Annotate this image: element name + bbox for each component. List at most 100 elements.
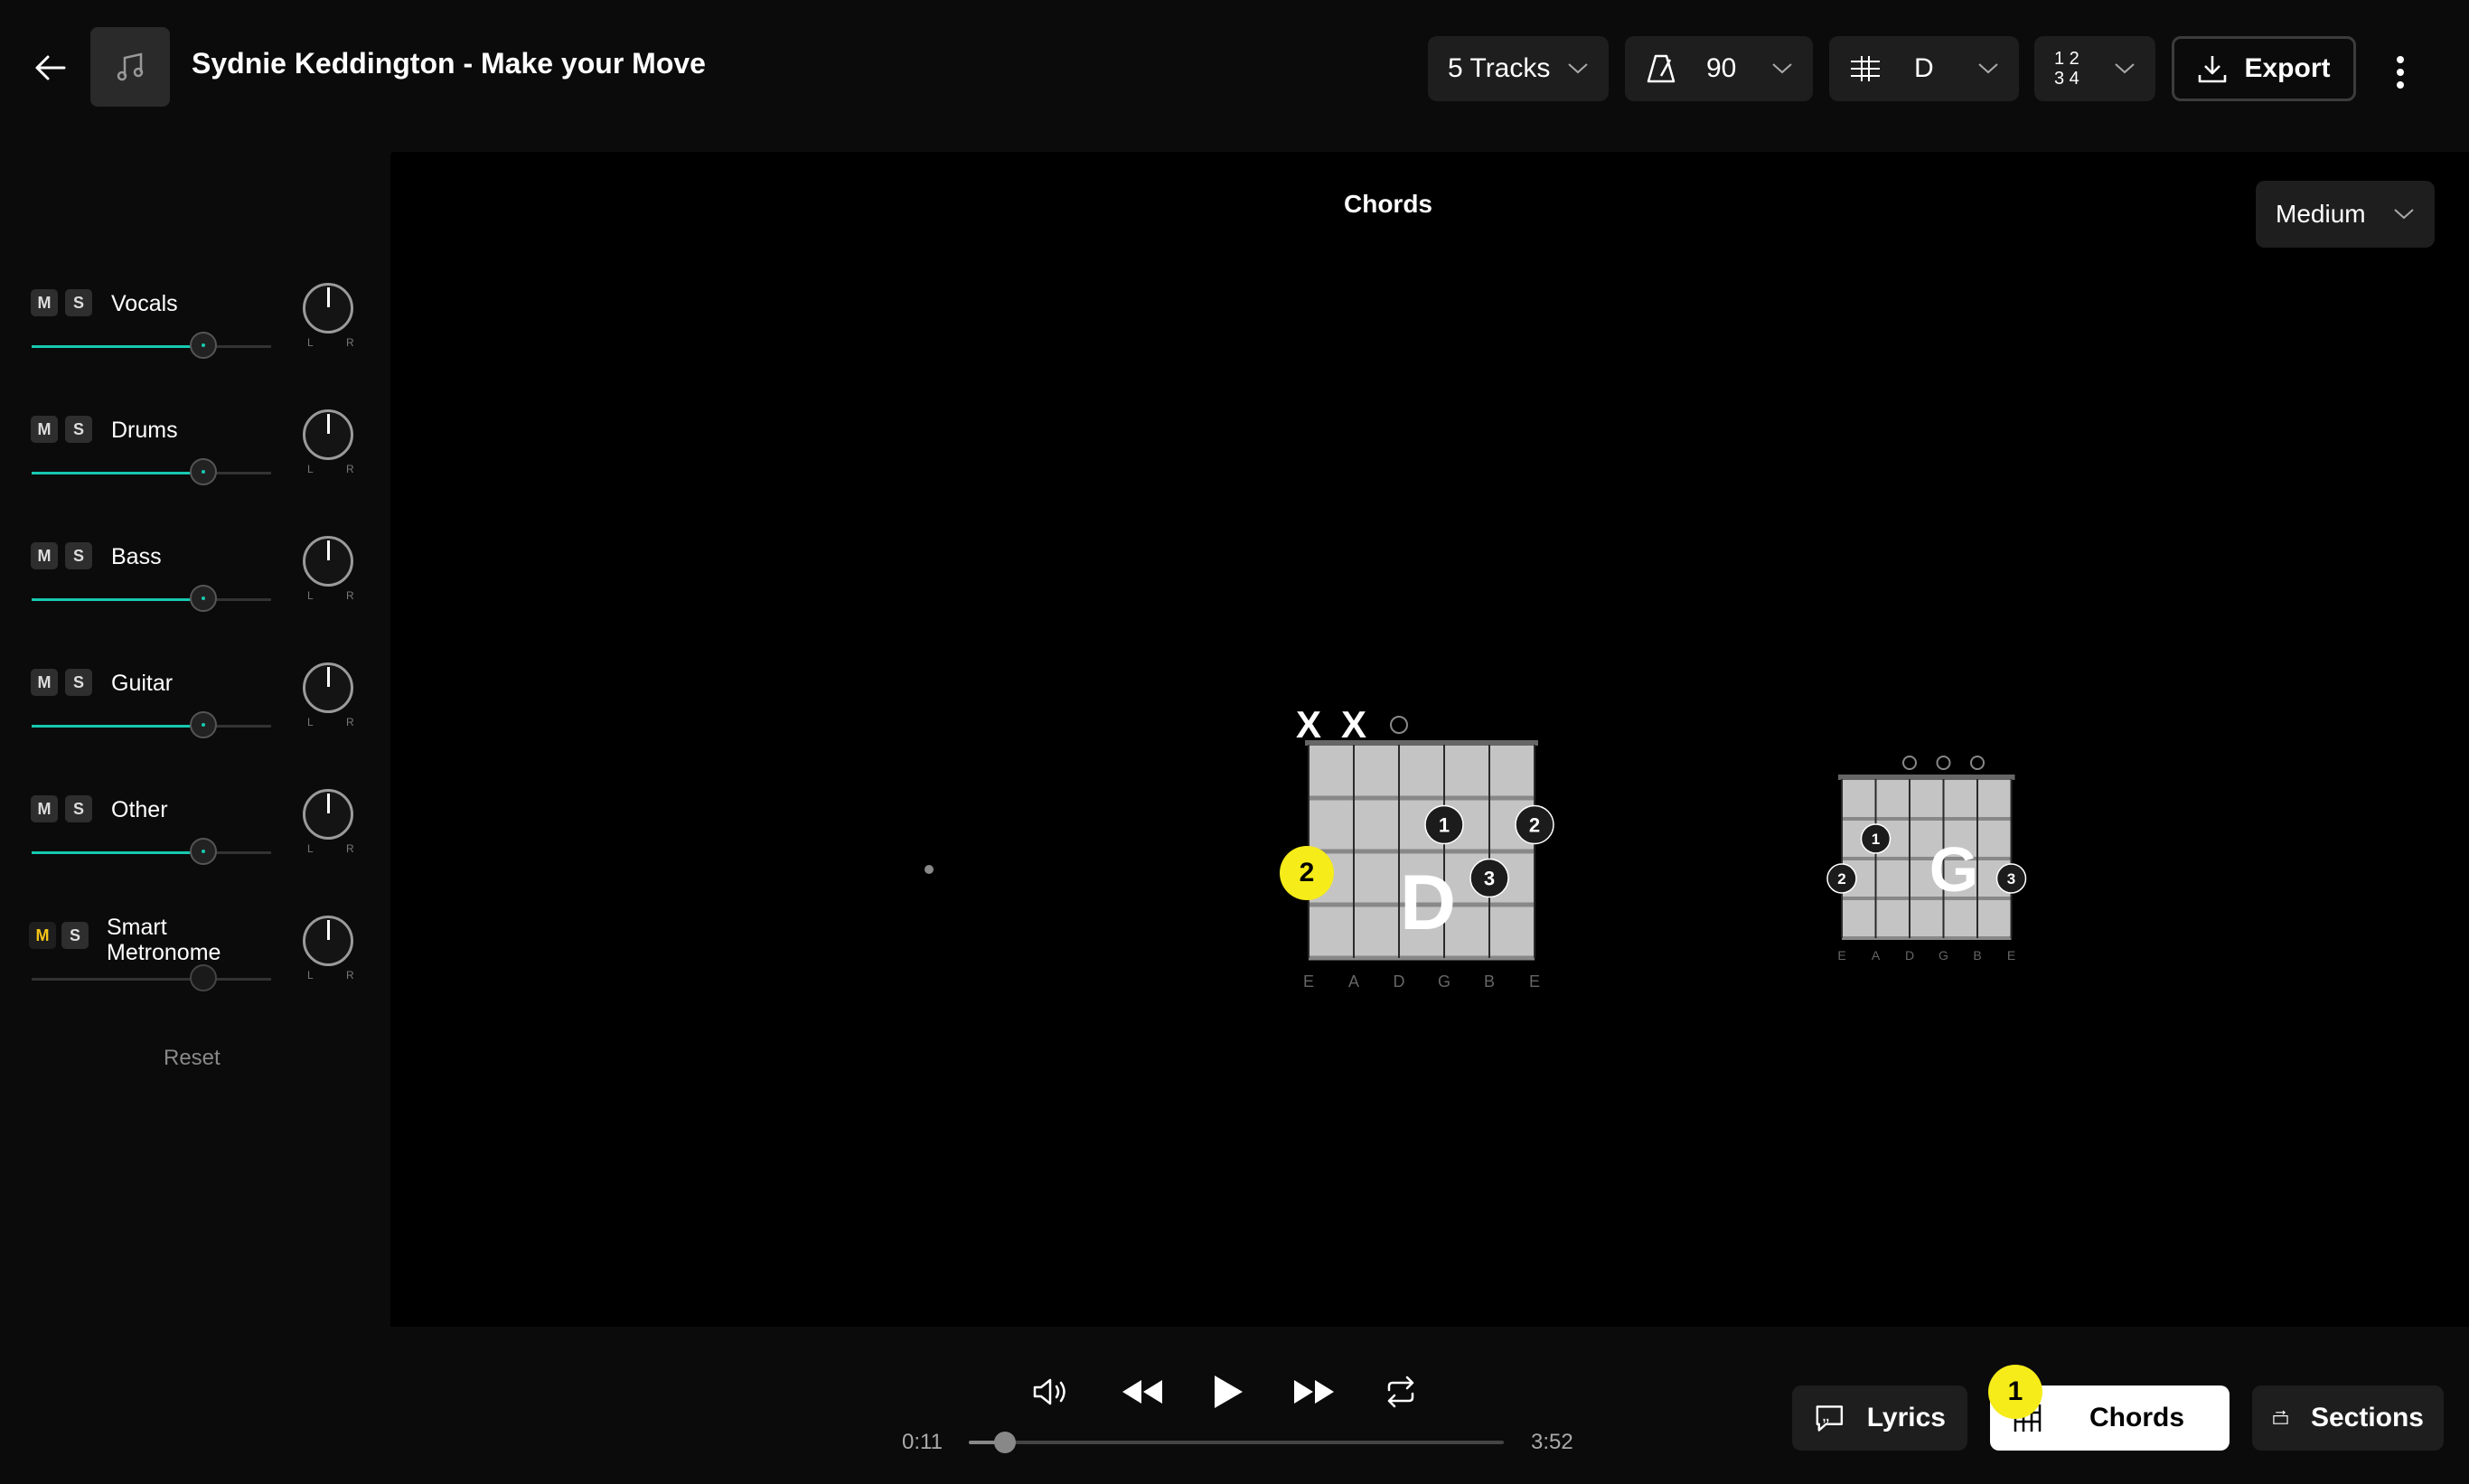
track-name: Bass xyxy=(111,544,162,569)
total-time: 3:52 xyxy=(1531,1430,1573,1454)
pan-knob[interactable] xyxy=(303,536,353,587)
pan-right-label: R xyxy=(346,842,354,855)
chevron-down-icon xyxy=(2394,209,2414,220)
mute-button[interactable]: M xyxy=(29,922,56,949)
nut xyxy=(1305,740,1538,746)
volume-slider-knob[interactable] xyxy=(190,838,217,865)
pan-left-label: L xyxy=(307,716,314,728)
pan-left-label: L xyxy=(307,969,314,982)
current-time: 0:11 xyxy=(902,1430,943,1454)
tracks-dropdown[interactable]: 5 Tracks xyxy=(1428,36,1609,101)
pan-knob[interactable] xyxy=(303,789,353,840)
reset-button[interactable]: Reset xyxy=(164,1046,221,1071)
chord-name: D xyxy=(1399,859,1457,946)
more-options-icon[interactable] xyxy=(2382,50,2418,95)
solo-button[interactable]: S xyxy=(65,416,92,443)
finger-number: 2 xyxy=(1837,870,1845,888)
pan-right-label: R xyxy=(346,716,354,728)
top-bar: Sydnie Keddington - Make your Move 5 Tra… xyxy=(0,0,2469,152)
volume-slider-knob[interactable] xyxy=(190,964,217,991)
key-dropdown[interactable]: D xyxy=(1829,36,2019,101)
chords-label: Chords xyxy=(2089,1403,2184,1432)
track-name: Drums xyxy=(111,418,178,443)
volume-slider[interactable] xyxy=(32,838,271,865)
step-badge-1: 1 xyxy=(1988,1365,2042,1419)
song-title: Sydnie Keddington - Make your Move xyxy=(192,47,706,80)
volume-slider[interactable] xyxy=(32,964,271,991)
time-signature-dropdown[interactable]: 1 2 3 4 xyxy=(2034,36,2155,101)
rewind-icon[interactable] xyxy=(1117,1367,1168,1417)
track-row-bass: M S Bass L R xyxy=(0,513,390,640)
open-string-marker xyxy=(1936,756,1951,770)
step-badge-2: 2 xyxy=(1280,846,1334,900)
volume-slider[interactable] xyxy=(32,332,271,359)
volume-slider[interactable] xyxy=(32,458,271,485)
solo-button[interactable]: S xyxy=(65,289,92,316)
track-name-line2: Metronome xyxy=(107,940,221,965)
export-button[interactable]: Export xyxy=(2172,36,2356,101)
song-artwork xyxy=(90,27,170,107)
track-row-other: M S Other L R xyxy=(0,766,390,893)
seek-bar-knob[interactable] xyxy=(994,1432,1016,1453)
string-label: E xyxy=(1837,948,1845,963)
position-marker xyxy=(925,865,934,874)
download-icon xyxy=(2199,56,2227,83)
tempo-dropdown[interactable]: 90 xyxy=(1625,36,1813,101)
tracks-label: 5 Tracks xyxy=(1448,53,1551,83)
track-row-smart-metronome: M S Smart Metronome L R xyxy=(0,893,390,1019)
time-signature-top: 1 2 xyxy=(2054,49,2079,69)
chords-panel: Chords Medium XX123EADGBE D 2 123EADGBE … xyxy=(390,152,2469,1327)
mute-button[interactable]: M xyxy=(31,416,58,443)
volume-slider-knob[interactable] xyxy=(190,711,217,738)
fast-forward-icon[interactable] xyxy=(1289,1367,1339,1417)
solo-button[interactable]: S xyxy=(65,542,92,569)
muted-string-marker: X xyxy=(1296,703,1321,746)
pan-knob[interactable] xyxy=(303,916,353,966)
lyrics-view-button[interactable]: ,, Lyrics xyxy=(1792,1385,1967,1451)
seek-bar[interactable] xyxy=(969,1432,1504,1453)
mute-button[interactable]: M xyxy=(31,289,58,316)
sections-view-button[interactable]: Sections xyxy=(2252,1385,2444,1451)
difficulty-dropdown[interactable]: Medium xyxy=(2256,181,2435,248)
loop-icon[interactable] xyxy=(1375,1367,1426,1417)
mute-button[interactable]: M xyxy=(31,542,58,569)
back-arrow-icon[interactable] xyxy=(27,45,72,90)
track-name: Vocals xyxy=(111,291,178,316)
track-name: Other xyxy=(111,797,168,822)
chevron-down-icon xyxy=(1568,63,1588,74)
solo-button[interactable]: S xyxy=(65,795,92,822)
pan-knob[interactable] xyxy=(303,662,353,713)
pan-knob[interactable] xyxy=(303,283,353,333)
pan-right-label: R xyxy=(346,336,354,349)
solo-button[interactable]: S xyxy=(65,669,92,696)
volume-icon[interactable] xyxy=(1027,1367,1077,1417)
track-name-line1: Smart xyxy=(107,915,167,940)
pan-left-label: L xyxy=(307,336,314,349)
open-string-marker xyxy=(1970,756,1985,770)
pan-knob[interactable] xyxy=(303,409,353,460)
string-label: B xyxy=(1973,948,1981,963)
track-mixer-sidebar: M S Vocals L R M S Drums L R M S Bass L … xyxy=(0,152,390,1484)
finger-number: 1 xyxy=(1439,813,1450,836)
open-string-marker xyxy=(1902,756,1917,770)
solo-button[interactable]: S xyxy=(61,922,89,949)
string-label: A xyxy=(1872,948,1881,963)
volume-slider[interactable] xyxy=(32,585,271,612)
mute-button[interactable]: M xyxy=(31,669,58,696)
chevron-down-icon xyxy=(2115,63,2135,74)
volume-slider-knob[interactable] xyxy=(190,332,217,359)
chord-diagram-g[interactable]: 12 3E A D G B E xyxy=(1818,593,2089,972)
volume-slider-knob[interactable] xyxy=(190,585,217,612)
open-string-marker xyxy=(1390,716,1408,734)
string-label: G xyxy=(1939,948,1948,963)
volume-slider[interactable] xyxy=(32,711,271,738)
pan-right-label: R xyxy=(346,463,354,475)
chevron-down-icon xyxy=(1772,63,1792,74)
volume-slider-knob[interactable] xyxy=(190,458,217,485)
play-icon[interactable] xyxy=(1202,1367,1253,1417)
string-label: E xyxy=(2007,948,2015,963)
sections-icon xyxy=(2273,1410,2288,1424)
pan-right-label: R xyxy=(346,589,354,602)
track-name: Smart Metronome xyxy=(107,915,221,965)
mute-button[interactable]: M xyxy=(31,795,58,822)
